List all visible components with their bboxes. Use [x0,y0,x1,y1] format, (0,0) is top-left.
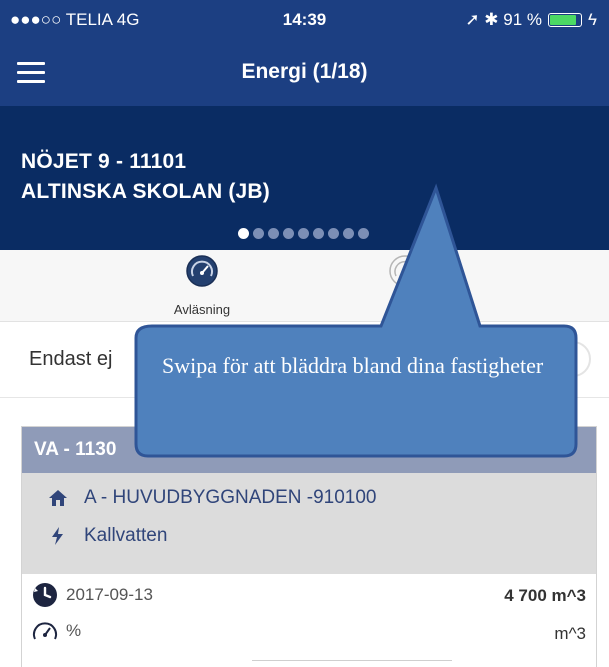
gauge-icon [186,255,218,287]
meter-details: A - HUVUDBYGGNADEN -910100 Kallvatten [22,473,596,574]
lightning-icon [52,527,63,545]
home-icon [49,490,67,506]
battery-fill [550,15,577,25]
input-underline [252,660,452,661]
page-indicator[interactable] [238,228,369,239]
building-name: A - HUVUDBYGGNADEN -910100 [84,487,377,508]
reading-date: 2017-09-13 [66,585,153,604]
page-dot[interactable] [283,228,294,239]
page-dot[interactable] [298,228,309,239]
status-indicators: ➚ ✱ 91 % ϟ [465,10,597,30]
consumption-group: % [32,620,81,642]
tab-label: S [400,302,410,317]
property-id: NÖJET 9 - 11101 [21,150,187,173]
property-name: ALTINSKA SKOLAN (JB) [21,180,270,203]
page-dot[interactable] [328,228,339,239]
page-dot[interactable] [343,228,354,239]
reading-date-group: 2017-09-13 [32,582,153,608]
reading-row: 2017-09-13 4 700 m^3 [32,582,588,614]
filter-row: Endast ej [0,322,609,398]
page-dot[interactable] [253,228,264,239]
tab-second[interactable]: S [330,250,480,322]
meter-header: VA - 1130 [22,427,596,473]
charging-icon: ϟ [588,10,597,29]
nav-bar: Energi (1/18) [0,44,609,106]
property-carousel[interactable]: NÖJET 9 - 11101 ALTINSKA SKOLAN (JB) [0,106,609,250]
tab-bar: Avläsning S [0,250,609,322]
page-dot[interactable] [358,228,369,239]
type-row: Kallvatten [48,525,167,547]
page-dot[interactable] [268,228,279,239]
consumption-row: % m^3 [32,620,588,652]
meter-readings: 2017-09-13 4 700 m^3 % m^3 [22,574,596,667]
tab-label: Avläsning [173,302,231,317]
page-title: Energi (1/18) [241,60,368,83]
gauge-outline-icon [389,255,421,287]
history-clock-icon [33,583,57,607]
filter-toggle[interactable] [533,341,591,377]
reading-value: 4 700 m^3 [504,586,586,605]
meter-card[interactable]: VA - 1130 A - HUVUDBYGGNADEN -910100 Kal… [21,426,597,667]
building-row: A - HUVUDBYGGNADEN -910100 [48,487,377,509]
status-indicator-text: ➚ ✱ 91 % [465,10,542,29]
meter-type: Kallvatten [84,525,168,546]
app-header: ●●●○○ TELIA 4G 14:39 ➚ ✱ 91 % ϟ Energi (… [0,0,609,250]
tab-avlasning[interactable]: Avläsning [127,250,277,322]
consumption-percent: % [66,621,82,640]
consumption-unit: m^3 [554,624,586,643]
battery-icon [548,13,582,27]
filter-label: Endast ej [29,348,113,370]
page-dot[interactable] [313,228,324,239]
page-dot[interactable] [238,228,249,239]
speedometer-icon [33,622,57,640]
status-bar: ●●●○○ TELIA 4G 14:39 ➚ ✱ 91 % ϟ [0,0,609,44]
